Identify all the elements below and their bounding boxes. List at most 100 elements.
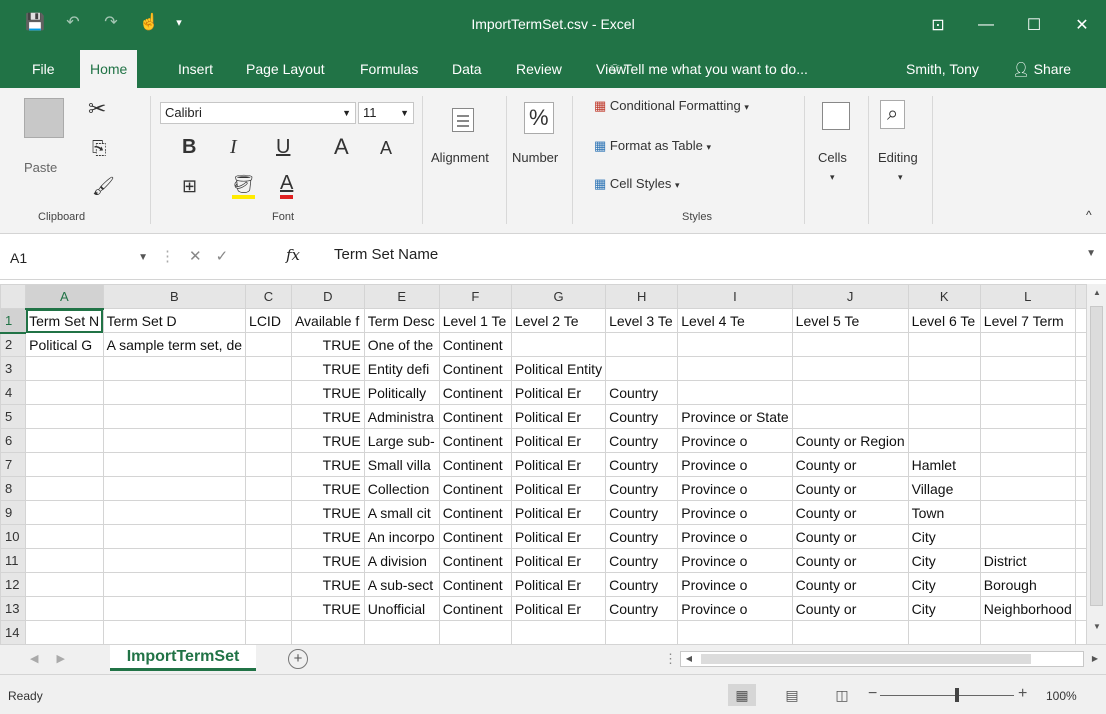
cell[interactable]: TRUE <box>290 332 365 357</box>
cell[interactable] <box>245 572 292 597</box>
expand-formula-bar-icon[interactable]: ▼ <box>1086 248 1096 259</box>
cell[interactable]: Political Er <box>510 572 607 597</box>
column-header[interactable]: H <box>605 284 679 309</box>
cell[interactable]: Continent <box>438 500 512 525</box>
cell[interactable]: Continent <box>438 428 512 453</box>
cell[interactable] <box>677 332 793 357</box>
cell[interactable] <box>907 404 981 429</box>
cell[interactable]: Political Er <box>510 452 607 477</box>
cell[interactable]: Continent <box>438 452 512 477</box>
options-icon[interactable]: ⋮ <box>160 247 175 265</box>
cell[interactable]: Level 6 Te <box>907 308 981 333</box>
row-header[interactable]: 8 <box>0 476 27 501</box>
cell[interactable]: County or <box>791 524 909 549</box>
row-header[interactable]: 7 <box>0 452 27 477</box>
cell[interactable]: County or <box>791 500 909 525</box>
cells-icon[interactable] <box>822 102 850 130</box>
cell[interactable]: A sample term set, de <box>102 332 247 357</box>
cell[interactable] <box>677 620 793 644</box>
cell[interactable] <box>979 500 1076 525</box>
alignment-button[interactable]: Alignment <box>431 150 489 165</box>
cell[interactable] <box>245 332 292 357</box>
cell[interactable] <box>605 356 679 381</box>
scroll-down-icon[interactable]: ▼ <box>1087 622 1106 640</box>
cell[interactable]: Political Er <box>510 428 607 453</box>
cell[interactable] <box>102 452 247 477</box>
cell[interactable]: County or <box>791 452 909 477</box>
cell[interactable] <box>510 332 607 357</box>
cell[interactable] <box>907 332 981 357</box>
maximize-icon[interactable]: ☐ <box>1010 0 1058 50</box>
cell[interactable]: Country <box>605 500 679 525</box>
cell[interactable]: TRUE <box>290 596 365 621</box>
formula-input[interactable]: Term Set Name <box>334 246 438 263</box>
cell[interactable] <box>245 476 292 501</box>
row-header[interactable]: 13 <box>0 596 27 621</box>
cell[interactable] <box>979 524 1076 549</box>
cell[interactable] <box>363 620 440 644</box>
sheet-nav-arrows[interactable]: ◀▶ <box>30 652 83 665</box>
cell[interactable] <box>510 620 607 644</box>
cell[interactable] <box>245 524 292 549</box>
page-break-view-icon[interactable]: ◫ <box>828 684 856 706</box>
cell[interactable] <box>907 428 981 453</box>
cell[interactable] <box>979 356 1076 381</box>
cell[interactable] <box>791 356 909 381</box>
cell[interactable] <box>102 404 247 429</box>
row-header[interactable]: 10 <box>0 524 27 549</box>
font-color-button[interactable]: A <box>280 172 294 199</box>
cell[interactable] <box>25 620 104 644</box>
cell[interactable] <box>245 620 292 644</box>
cell[interactable]: Province o <box>677 572 793 597</box>
cell[interactable]: Hamlet <box>907 452 981 477</box>
cell[interactable]: A small cit <box>363 500 440 525</box>
column-header[interactable]: A <box>25 284 104 310</box>
borders-icon[interactable]: ⊞ <box>182 176 197 197</box>
cell[interactable]: Level 2 Te <box>510 308 607 333</box>
cell[interactable]: Continent <box>438 332 512 357</box>
cell[interactable] <box>979 476 1076 501</box>
column-header[interactable]: K <box>907 284 981 309</box>
cell[interactable]: County or <box>791 476 909 501</box>
font-size-box[interactable]: 11 ▼ <box>358 102 414 124</box>
cell[interactable] <box>245 548 292 573</box>
cell[interactable] <box>102 428 247 453</box>
cell[interactable] <box>25 500 104 525</box>
cell[interactable] <box>605 620 679 644</box>
cell[interactable]: Country <box>605 476 679 501</box>
cell[interactable] <box>438 620 512 644</box>
paste-icon[interactable] <box>24 98 64 138</box>
cell[interactable] <box>25 356 104 381</box>
cell[interactable] <box>25 596 104 621</box>
cell[interactable]: Country <box>605 452 679 477</box>
user-account[interactable]: Smith, Tony <box>906 50 979 88</box>
minimize-icon[interactable]: — <box>962 0 1010 50</box>
bold-button[interactable]: B <box>182 136 196 159</box>
cell[interactable]: Province o <box>677 428 793 453</box>
cell[interactable] <box>907 380 981 405</box>
italic-button[interactable]: I <box>230 136 237 159</box>
cell[interactable] <box>290 620 365 644</box>
cell[interactable] <box>605 332 679 357</box>
insert-function-button[interactable]: fx <box>286 246 300 264</box>
cell[interactable] <box>25 572 104 597</box>
cell[interactable]: Continent <box>438 548 512 573</box>
cell[interactable]: Country <box>605 524 679 549</box>
cell[interactable]: Village <box>907 476 981 501</box>
cell[interactable]: Province o <box>677 476 793 501</box>
tab-insert[interactable]: Insert <box>168 50 223 88</box>
close-icon[interactable]: ✕ <box>1058 0 1106 50</box>
new-sheet-button[interactable]: + <box>288 649 308 669</box>
cell[interactable]: An incorpo <box>363 524 440 549</box>
select-all-corner[interactable] <box>0 284 27 309</box>
cell[interactable]: Continent <box>438 476 512 501</box>
search-icon[interactable]: ⌕ <box>880 100 906 129</box>
cell[interactable] <box>245 380 292 405</box>
cell[interactable]: Political Entity <box>510 356 607 381</box>
zoom-slider[interactable] <box>880 695 1014 696</box>
shrink-font-button[interactable]: A <box>380 138 392 159</box>
font-name-box[interactable]: Calibri ▼ <box>160 102 356 124</box>
tab-data[interactable]: Data <box>442 50 492 88</box>
ribbon-display-options-icon[interactable]: ⊡ <box>914 0 962 50</box>
cell[interactable]: Level 4 Te <box>677 308 793 333</box>
